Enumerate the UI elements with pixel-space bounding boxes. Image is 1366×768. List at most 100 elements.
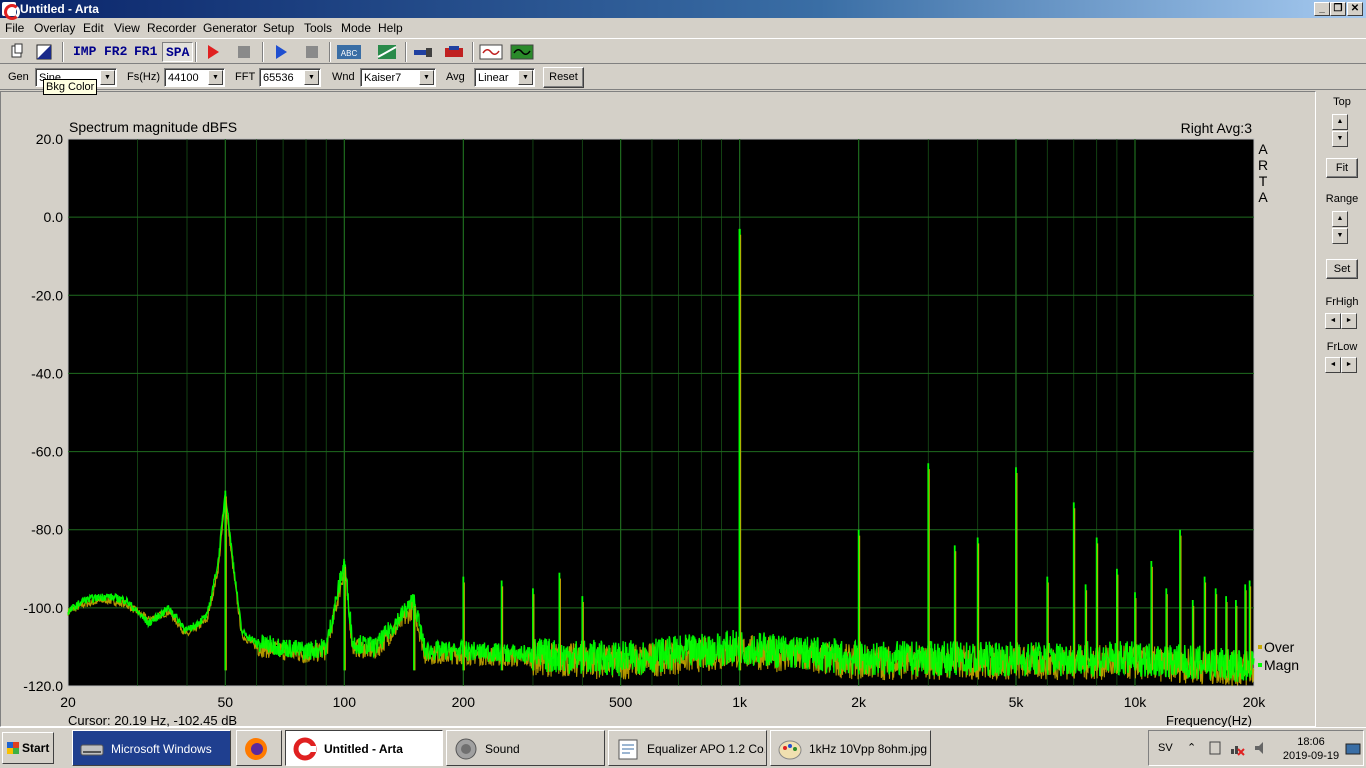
generator-stop-icon[interactable] bbox=[302, 42, 322, 62]
title-bar[interactable]: Untitled - Arta _ ❐ ✕ bbox=[0, 0, 1366, 20]
menu-edit[interactable]: Edit bbox=[83, 21, 104, 35]
frlow-left-button[interactable]: ◄ bbox=[1325, 357, 1341, 373]
frhigh-label: FrHigh bbox=[1325, 296, 1359, 308]
fs-label: Fs(Hz) bbox=[127, 71, 160, 83]
task-sound[interactable]: Sound bbox=[446, 730, 605, 766]
x-tick-label: 5k bbox=[1009, 694, 1025, 710]
x-tick-label: 10k bbox=[1124, 694, 1148, 710]
language-indicator[interactable]: SV bbox=[1158, 742, 1173, 754]
menu-setup[interactable]: Setup bbox=[263, 21, 294, 35]
toolbar: IMP FR2 FR1 SPA ABC bbox=[0, 38, 1366, 64]
frlow-label: FrLow bbox=[1326, 341, 1358, 353]
spectrum-chart[interactable]: 20 50 100 200 500 1k 2k 5k 10k 20k 20.0 0.0 -20.0 -40… bbox=[1, 92, 1317, 728]
signal-icon[interactable] bbox=[479, 42, 503, 62]
fft-select[interactable]: 65536 ▼ bbox=[259, 68, 321, 87]
show-desktop-icon[interactable] bbox=[1345, 741, 1361, 760]
generator-play-icon[interactable] bbox=[271, 42, 291, 62]
legend-label: Magn bbox=[1264, 657, 1299, 673]
arta-app-icon[interactable] bbox=[2, 2, 20, 20]
x-tick-label: 2k bbox=[851, 694, 867, 710]
task-firefox[interactable] bbox=[236, 730, 282, 766]
notepad-icon bbox=[615, 737, 641, 761]
chevron-down-icon[interactable]: ▼ bbox=[304, 70, 319, 85]
top-up-button[interactable]: ▲ bbox=[1332, 114, 1348, 130]
range-down-button[interactable]: ▼ bbox=[1332, 228, 1348, 244]
clock-time[interactable]: 18:06 bbox=[1281, 736, 1341, 748]
overlay-icon[interactable] bbox=[376, 42, 398, 62]
right-control-panel: Top ▲ ▼ Fit Range ▲ ▼ Set FrHigh ◄ ► FrL… bbox=[1318, 91, 1366, 727]
close-button[interactable]: ✕ bbox=[1347, 2, 1363, 16]
firefox-icon bbox=[243, 737, 269, 761]
menu-file[interactable]: File bbox=[5, 21, 24, 35]
new-file-icon[interactable] bbox=[8, 42, 26, 62]
reset-button[interactable]: Reset bbox=[543, 67, 584, 88]
cable-icon[interactable] bbox=[443, 42, 465, 62]
task-label: Untitled - Arta bbox=[324, 742, 403, 756]
legend-label: Over bbox=[1264, 639, 1295, 655]
menu-generator[interactable]: Generator bbox=[203, 21, 257, 35]
y-tick-label: -20.0 bbox=[31, 287, 63, 303]
minimize-button[interactable]: _ bbox=[1314, 2, 1330, 16]
spa-mode-button[interactable]: SPA bbox=[162, 42, 194, 62]
chevron-down-icon[interactable]: ▼ bbox=[208, 70, 223, 85]
wnd-value: Kaiser7 bbox=[364, 72, 402, 84]
clock-date[interactable]: 2019-09-19 bbox=[1279, 750, 1343, 762]
y-tick-label: -100.0 bbox=[23, 600, 63, 616]
menu-overlay[interactable]: Overlay bbox=[34, 21, 75, 35]
fr1-mode-button[interactable]: FR1 bbox=[131, 42, 160, 62]
top-label: Top bbox=[1333, 96, 1351, 108]
fr2-mode-button[interactable]: FR2 bbox=[101, 42, 130, 62]
fs-value: 44100 bbox=[168, 72, 199, 84]
menu-help[interactable]: Help bbox=[378, 21, 403, 35]
x-tick-label: 1k bbox=[732, 694, 748, 710]
scope-icon[interactable] bbox=[510, 42, 534, 62]
avg-select[interactable]: Linear ▼ bbox=[474, 68, 535, 87]
menu-mode[interactable]: Mode bbox=[341, 21, 371, 35]
chevron-down-icon[interactable]: ▼ bbox=[100, 70, 115, 85]
record-stop-icon[interactable] bbox=[234, 42, 254, 62]
y-tick-label: -60.0 bbox=[31, 444, 63, 460]
set-button[interactable]: Set bbox=[1326, 259, 1358, 279]
task-microsoft-windows[interactable]: Microsoft Windows bbox=[72, 730, 231, 766]
fft-value: 65536 bbox=[263, 72, 294, 84]
menu-tools[interactable]: Tools bbox=[304, 21, 332, 35]
chart-title: Spectrum magnitude dBFS bbox=[69, 119, 237, 135]
network-icon[interactable] bbox=[1229, 740, 1245, 759]
task-arta[interactable]: Untitled - Arta bbox=[285, 730, 443, 766]
menu-view[interactable]: View bbox=[114, 21, 140, 35]
menu-recorder[interactable]: Recorder bbox=[147, 21, 196, 35]
task-label: Microsoft Windows bbox=[111, 742, 212, 756]
tray-expand-icon[interactable]: ⌃ bbox=[1187, 741, 1196, 754]
watermark-letter: R bbox=[1258, 157, 1268, 173]
top-down-button[interactable]: ▼ bbox=[1332, 131, 1348, 147]
y-tick-label: -120.0 bbox=[23, 678, 63, 694]
fit-button[interactable]: Fit bbox=[1326, 158, 1358, 178]
frhigh-right-button[interactable]: ► bbox=[1341, 313, 1357, 329]
x-tick-label: 20k bbox=[1243, 694, 1267, 710]
record-play-icon[interactable] bbox=[203, 42, 223, 62]
task-paint-image[interactable]: 1kHz 10Vpp 8ohm.jpg... bbox=[770, 730, 931, 766]
task-label: Equalizer APO 1.2 Co... bbox=[647, 742, 765, 756]
restore-button[interactable]: ❐ bbox=[1330, 2, 1346, 16]
range-up-button[interactable]: ▲ bbox=[1332, 211, 1348, 227]
spectrum-chart-panel[interactable]: 20 50 100 200 500 1k 2k 5k 10k 20k 20.0 0.0 -20.0 -40… bbox=[0, 91, 1317, 728]
wnd-select[interactable]: Kaiser7 ▼ bbox=[360, 68, 436, 87]
device-icon[interactable] bbox=[1207, 740, 1223, 759]
avg-value: Linear bbox=[478, 72, 509, 84]
bkg-color-icon[interactable] bbox=[34, 42, 54, 62]
frhigh-left-button[interactable]: ◄ bbox=[1325, 313, 1341, 329]
y-tick-label: -40.0 bbox=[31, 365, 63, 381]
task-equalizer-apo[interactable]: Equalizer APO 1.2 Co... bbox=[608, 730, 767, 766]
frlow-right-button[interactable]: ► bbox=[1341, 357, 1357, 373]
start-button[interactable]: Start bbox=[2, 732, 54, 764]
impulse-mode-button[interactable]: IMP bbox=[70, 42, 99, 62]
volume-icon[interactable] bbox=[1253, 740, 1269, 759]
chevron-down-icon[interactable]: ▼ bbox=[419, 70, 434, 85]
probe-icon[interactable] bbox=[412, 42, 434, 62]
legend-swatch bbox=[1258, 645, 1262, 649]
chevron-down-icon[interactable]: ▼ bbox=[518, 70, 533, 85]
control-bar: Gen Sine ▼ Fs(Hz) 44100 ▼ FFT 65536 ▼ Wn… bbox=[0, 64, 1366, 90]
y-tick-label: 0.0 bbox=[44, 209, 64, 225]
abc-icon[interactable]: ABC bbox=[336, 42, 362, 62]
fs-select[interactable]: 44100 ▼ bbox=[164, 68, 225, 87]
